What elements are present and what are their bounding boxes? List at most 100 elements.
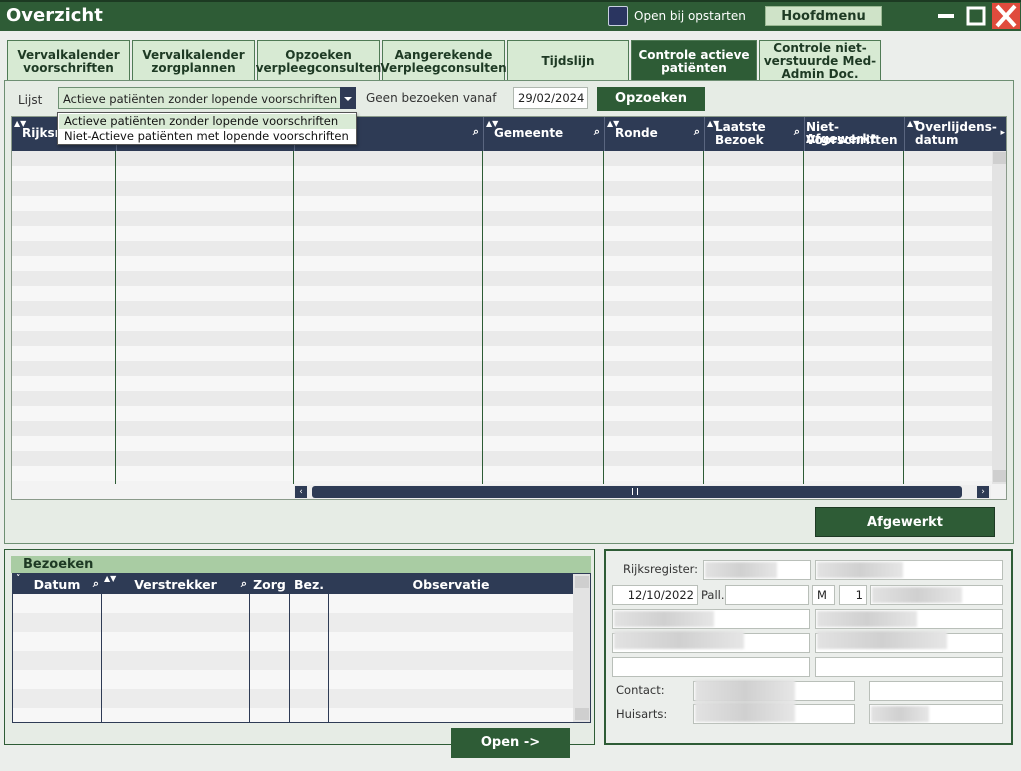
redacted-value [614,611,714,627]
table-row[interactable] [12,316,992,331]
redacted-value [872,587,962,603]
column-divider [803,151,804,484]
column-divider [115,151,116,484]
table-row[interactable] [12,346,992,361]
dropdown-option-niet-actieve[interactable]: Niet-Actieve patiënten met lopende voors… [59,129,356,144]
tab-opzoeken-verpleegconsulten[interactable]: Opzoeken verpleegconsulten [256,40,381,82]
column-header-niet-afgewerkt[interactable]: Niet-Afgewerkt Voorschriften [804,117,904,151]
vertical-scrollbar[interactable] [992,151,1006,484]
column-header-datum[interactable]: ˅ Datum ⌕ [13,574,101,592]
tab-controle-niet-verstuurde[interactable]: Controle niet-verstuurde Med-Admin Doc. [759,40,881,82]
number-input[interactable]: 1 [839,585,867,605]
tab-aangerekende-verpleegconsulten[interactable]: Aangerekende Verpleegconsulten [380,40,507,82]
birthdate-input[interactable]: 12/10/2022 [612,585,698,605]
table-row[interactable] [12,406,992,421]
lijst-dropdown-list: Actieve patiënten zonder lopende voorsch… [57,112,357,145]
table-row[interactable] [12,361,992,376]
close-button[interactable] [992,3,1020,29]
gender-input[interactable]: M [812,585,835,605]
table-row[interactable] [12,181,992,196]
table-row[interactable] [12,286,992,301]
tab-vervalkalender-voorschriften[interactable]: Vervalkalender voorschriften [7,40,130,82]
table-row[interactable] [12,421,992,436]
pall-input[interactable] [725,585,809,605]
afgewerkt-button[interactable]: Afgewerkt [815,507,995,537]
scroll-left-icon[interactable]: ‹ [295,486,307,498]
column-divider [249,594,250,722]
contact-input-2[interactable] [869,681,1003,701]
redacted-value [817,611,917,627]
table-row[interactable] [13,632,573,651]
bezoeken-grid-header: ˅ Datum ⌕ ▲▼ Verstrekker ⌕ Zorg Bez. Obs… [13,574,590,594]
column-header-ronde[interactable]: ▲▼ Ronde ⌕ [604,117,704,151]
column-header-bez[interactable]: Bez. [290,577,328,592]
extra-field-input-2[interactable] [815,657,1003,677]
column-divider [101,594,102,722]
column-header-gemeente[interactable]: ▲▼ Gemeente ⌕ [483,117,604,151]
grip-icon [632,488,638,495]
table-row[interactable] [13,689,573,708]
redacted-value [614,631,744,649]
table-row[interactable] [12,451,992,466]
dropdown-arrow-button[interactable] [340,87,356,109]
hoofdmenu-button[interactable]: Hoofdmenu [765,6,882,26]
scroll-right-icon[interactable]: ▸ [1000,127,1005,139]
tab-controle-actieve-patienten[interactable]: Controle actieve patiënten [631,40,757,82]
horizontal-scroll-thumb[interactable] [312,486,962,498]
table-row[interactable] [13,708,573,722]
maximize-button[interactable] [962,3,990,29]
opzoeken-button[interactable]: Opzoeken [597,87,705,111]
scroll-down-button[interactable] [993,470,1006,482]
column-header-observatie[interactable]: Observatie [329,577,573,592]
table-row[interactable] [12,211,992,226]
column-divider [328,594,329,722]
tab-vervalkalender-zorgplannen[interactable]: Vervalkalender zorgplannen [132,40,255,82]
table-row[interactable] [12,226,992,241]
bezoeken-vertical-scrollbar[interactable] [573,574,590,722]
scroll-up-button[interactable] [575,576,589,588]
lijst-selected-value: Actieve patiënten zonder lopende voorsch… [63,92,338,106]
column-header-overlijdensdatum[interactable]: ▲▼ Overlijdens- datum ▸ [904,117,1006,151]
redacted-value [695,702,795,722]
sort-icon: ▲▼ [104,574,117,583]
table-row[interactable] [12,391,992,406]
table-row[interactable] [12,331,992,346]
column-divider [289,594,290,722]
dropdown-option-actieve[interactable]: Actieve patiënten zonder lopende voorsch… [59,114,356,129]
table-row[interactable] [12,436,992,451]
table-row[interactable] [13,594,573,613]
minimize-button[interactable] [932,3,960,29]
scroll-down-button[interactable] [575,708,589,720]
extra-field-input[interactable] [612,657,810,677]
table-row[interactable] [12,166,992,181]
redacted-value [871,706,929,722]
table-row[interactable] [12,301,992,316]
scroll-right-icon[interactable]: › [977,486,989,498]
date-input[interactable]: 29/02/2024 [513,87,588,109]
table-row[interactable] [12,271,992,286]
open-button[interactable]: Open -> [451,728,570,758]
pall-label: Pall. [701,588,725,602]
column-header-verstrekker[interactable]: ▲▼ Verstrekker ⌕ [102,574,249,592]
table-row[interactable] [12,196,992,211]
table-row[interactable] [12,151,992,166]
column-header-zorg[interactable]: Zorg [250,577,289,592]
table-row[interactable] [12,256,992,271]
table-row[interactable] [12,376,992,391]
redacted-value [695,680,795,702]
tab-tijdslijn[interactable]: Tijdslijn [507,40,629,82]
search-icon: ⌕ [92,577,99,590]
contact-label: Contact: [616,683,665,697]
search-icon: ⌕ [793,125,800,138]
search-icon: ⌕ [593,125,600,138]
column-header-laatste-bezoek[interactable]: ▲▼ Laatste Bezoek ⌕ [704,117,804,151]
table-row[interactable] [12,241,992,256]
table-row[interactable] [13,670,573,689]
open-bij-opstarten-checkbox[interactable] [608,6,628,26]
rijksregister-label: Rijksregister: [623,562,699,576]
table-row[interactable] [13,613,573,632]
table-row[interactable] [12,466,992,481]
redacted-value [705,562,777,578]
table-row[interactable] [13,651,573,670]
scroll-up-button[interactable] [993,152,1006,164]
